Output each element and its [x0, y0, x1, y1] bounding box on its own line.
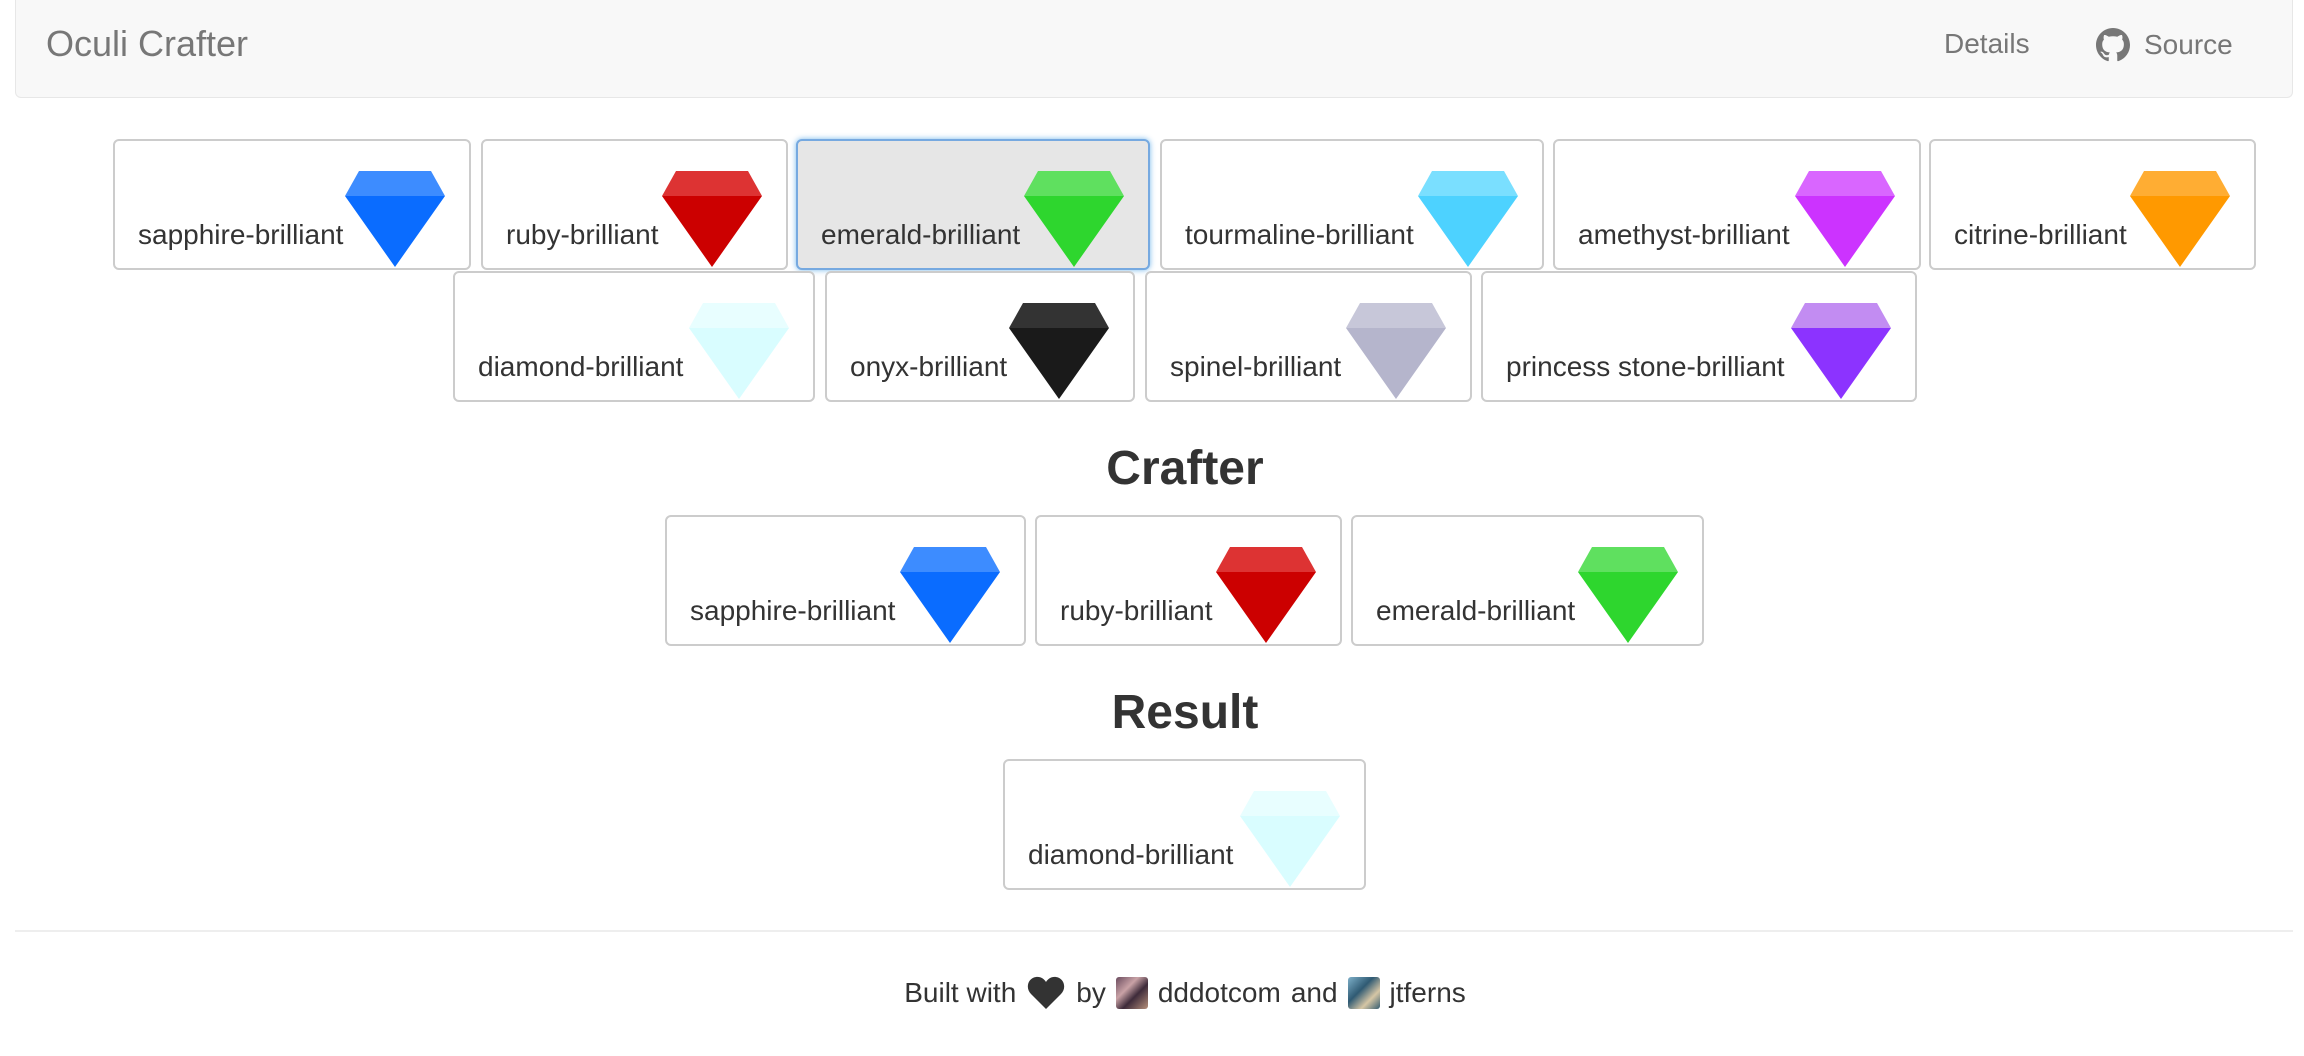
gem-card-tourmaline[interactable]: tourmaline-brilliant	[1160, 139, 1544, 270]
gem-icon	[1009, 303, 1109, 399]
result-title: Result	[1111, 686, 1259, 739]
gem-label: tourmaline-brilliant	[1185, 219, 1414, 250]
crafter-slot-sapphire[interactable]: sapphire-brilliant	[665, 515, 1026, 646]
gem-card-sapphire[interactable]: sapphire-brilliant	[113, 139, 471, 270]
footer-divider	[15, 930, 2293, 932]
gem-icon	[1418, 171, 1518, 267]
crafter-slot-emerald[interactable]: emerald-brilliant	[1351, 515, 1704, 646]
gem-icon	[900, 547, 1000, 643]
gem-card-princess-stone[interactable]: princess stone-brilliant	[1481, 271, 1917, 402]
gem-icon	[345, 171, 445, 267]
gem-label: onyx-brilliant	[850, 351, 1008, 382]
gem-icon	[1024, 171, 1124, 267]
gem-label: diamond-brilliant	[478, 351, 684, 382]
heart-icon	[1028, 976, 1065, 1009]
gem-card-onyx[interactable]: onyx-brilliant	[825, 271, 1135, 402]
author-link-dddotcom[interactable]: dddotcom	[1158, 977, 1281, 1009]
gem-label: diamond-brilliant	[1028, 839, 1234, 870]
gem-icon	[1578, 547, 1678, 643]
gem-icon	[1791, 303, 1891, 399]
gem-card-citrine[interactable]: citrine-brilliant	[1929, 139, 2256, 270]
gem-icon	[689, 303, 789, 399]
gem-label: spinel-brilliant	[1170, 351, 1342, 382]
gem-label: emerald-brilliant	[821, 219, 1021, 250]
avatar	[1115, 977, 1148, 1009]
gem-card-diamond[interactable]: diamond-brilliant	[453, 271, 815, 402]
gem-label: princess stone-brilliant	[1506, 351, 1785, 382]
gem-icon	[2130, 171, 2230, 267]
github-icon	[2096, 28, 2130, 62]
crafter-title: Crafter	[1106, 442, 1264, 495]
author-link-jtferns[interactable]: jtferns	[1390, 977, 1466, 1009]
and-text: and	[1290, 977, 1338, 1008]
gem-icon	[1216, 547, 1316, 643]
navbar: Oculi Crafter Details Source	[15, 0, 2293, 98]
gem-icon	[1240, 791, 1340, 887]
gem-card-amethyst[interactable]: amethyst-brilliant	[1553, 139, 1921, 270]
gem-icon	[1346, 303, 1446, 399]
gem-label: citrine-brilliant	[1954, 219, 2127, 250]
gem-label: amethyst-brilliant	[1578, 219, 1790, 250]
footer: Built with by dddotcom and jtferns	[0, 975, 2304, 1011]
gem-card-ruby[interactable]: ruby-brilliant	[481, 139, 788, 270]
result-diamond[interactable]: diamond-brilliant	[1003, 759, 1366, 890]
brand-title[interactable]: Oculi Crafter	[46, 23, 248, 65]
crafter-slot-ruby[interactable]: ruby-brilliant	[1035, 515, 1342, 646]
built-with-text: Built with	[904, 977, 1017, 1008]
gem-card-emerald[interactable]: emerald-brilliant	[796, 139, 1150, 270]
details-link[interactable]: Details	[1944, 28, 2030, 60]
gem-icon	[1795, 171, 1895, 267]
gem-card-spinel[interactable]: spinel-brilliant	[1145, 271, 1472, 402]
source-link[interactable]: Source	[2096, 28, 2233, 62]
gem-icon	[662, 171, 762, 267]
gem-label: sapphire-brilliant	[138, 219, 344, 250]
gem-label: ruby-brilliant	[1060, 595, 1213, 626]
avatar	[1347, 977, 1380, 1009]
gem-label: ruby-brilliant	[506, 219, 659, 250]
source-label: Source	[2144, 29, 2233, 60]
by-text: by	[1076, 977, 1106, 1008]
gem-label: sapphire-brilliant	[690, 595, 896, 626]
gem-label: emerald-brilliant	[1376, 595, 1576, 626]
